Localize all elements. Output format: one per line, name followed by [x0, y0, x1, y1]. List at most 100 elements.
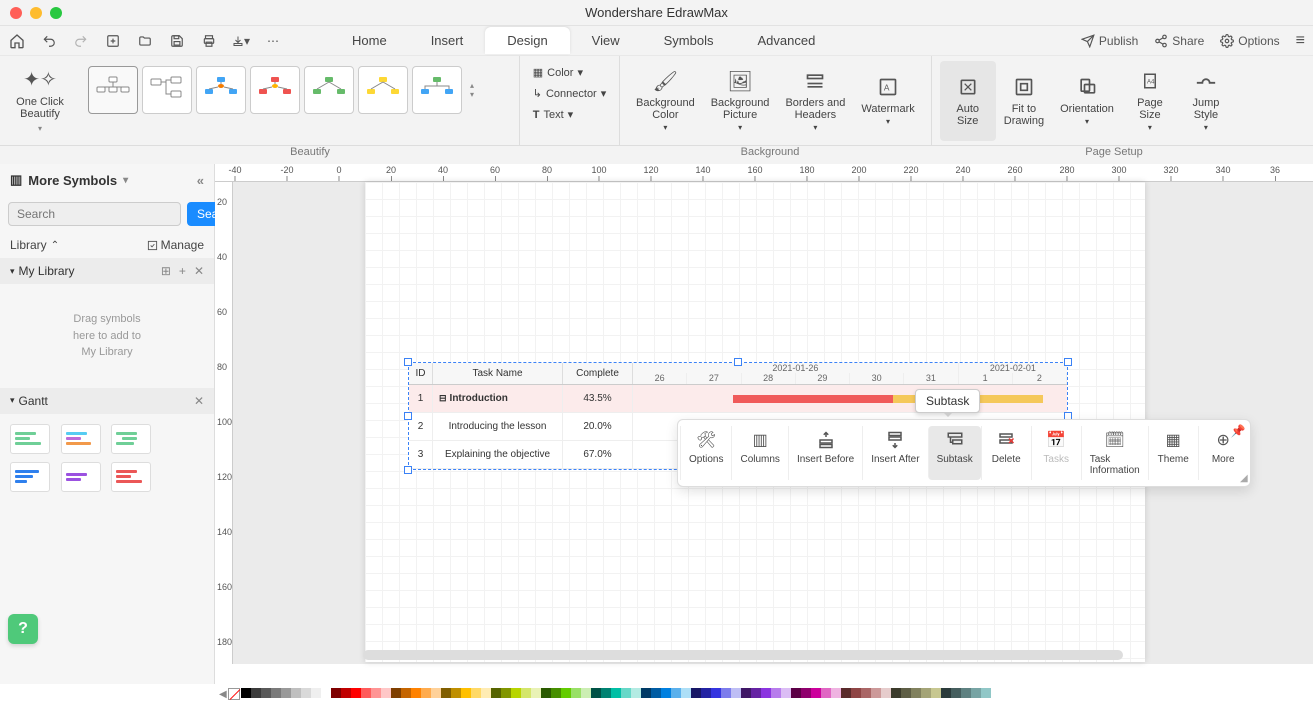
auto-size-button[interactable]: Auto Size	[940, 61, 996, 141]
borders-headers-button[interactable]: Borders and Headers▾	[777, 61, 853, 141]
color-swatch[interactable]	[631, 688, 641, 698]
gantt-template-1[interactable]	[10, 424, 50, 454]
color-swatch[interactable]	[941, 688, 951, 698]
theme-thumb-4[interactable]	[250, 66, 300, 114]
jump-style-button[interactable]: Jump Style▾	[1178, 61, 1234, 141]
ctx-options[interactable]: 🛠Options	[680, 426, 731, 480]
close-gantt-icon[interactable]: ✕	[194, 394, 204, 408]
fit-drawing-button[interactable]: Fit to Drawing	[996, 61, 1052, 141]
color-swatch[interactable]	[371, 688, 381, 698]
horizontal-scrollbar[interactable]	[363, 650, 1123, 660]
color-swatch[interactable]	[261, 688, 271, 698]
undo-icon[interactable]	[40, 32, 58, 50]
close-lib-icon[interactable]: ✕	[194, 264, 204, 278]
color-swatch[interactable]	[901, 688, 911, 698]
theme-thumb-3[interactable]	[196, 66, 246, 114]
connector-dropdown[interactable]: ↳Connector ▾	[529, 85, 611, 102]
background-picture-button[interactable]: 🖼Background Picture▾	[703, 61, 778, 141]
color-swatch[interactable]	[731, 688, 741, 698]
color-swatch[interactable]	[951, 688, 961, 698]
color-swatch[interactable]	[811, 688, 821, 698]
ctx-delete[interactable]: Delete	[981, 426, 1031, 480]
color-swatch[interactable]	[511, 688, 521, 698]
color-swatch[interactable]	[581, 688, 591, 698]
collapse-up-icon[interactable]: ⌃	[51, 240, 59, 251]
color-swatch[interactable]	[781, 688, 791, 698]
redo-icon[interactable]	[72, 32, 90, 50]
no-color-swatch[interactable]	[228, 688, 240, 700]
color-swatch[interactable]	[461, 688, 471, 698]
color-swatch[interactable]	[621, 688, 631, 698]
home-icon[interactable]	[8, 32, 26, 50]
color-swatch[interactable]	[661, 688, 671, 698]
print-icon[interactable]	[200, 32, 218, 50]
color-swatch[interactable]	[361, 688, 371, 698]
color-swatch[interactable]	[401, 688, 411, 698]
orientation-button[interactable]: Orientation▾	[1052, 61, 1122, 141]
color-swatch[interactable]	[421, 688, 431, 698]
share-button[interactable]: Share	[1154, 34, 1204, 48]
color-swatch[interactable]	[961, 688, 971, 698]
color-swatch[interactable]	[681, 688, 691, 698]
tab-advanced[interactable]: Advanced	[735, 27, 837, 54]
tab-design[interactable]: Design	[485, 27, 569, 54]
color-swatch[interactable]	[721, 688, 731, 698]
color-swatch[interactable]	[881, 688, 891, 698]
color-swatch[interactable]	[761, 688, 771, 698]
tab-home[interactable]: Home	[330, 27, 409, 54]
color-swatch[interactable]	[281, 688, 291, 698]
color-swatch[interactable]	[691, 688, 701, 698]
color-swatch[interactable]	[921, 688, 931, 698]
pin-icon[interactable]: 📌	[1231, 424, 1246, 438]
more-icon[interactable]: ⋯	[264, 32, 282, 50]
color-swatch[interactable]	[771, 688, 781, 698]
expand-icon[interactable]: ▾	[10, 266, 15, 277]
color-swatch[interactable]	[851, 688, 861, 698]
color-swatch[interactable]	[561, 688, 571, 698]
drop-zone[interactable]: Drag symbols here to add to My Library	[8, 292, 206, 380]
color-swatch[interactable]	[521, 688, 531, 698]
color-swatch[interactable]	[801, 688, 811, 698]
color-swatch[interactable]	[301, 688, 311, 698]
color-swatch[interactable]	[911, 688, 921, 698]
color-swatch[interactable]	[491, 688, 501, 698]
gantt-template-6[interactable]	[111, 462, 151, 492]
collapse-row-icon[interactable]: ⊟	[439, 393, 447, 404]
gantt-template-5[interactable]	[61, 462, 101, 492]
color-swatch[interactable]	[701, 688, 711, 698]
color-swatch[interactable]	[341, 688, 351, 698]
open-icon[interactable]	[136, 32, 154, 50]
color-swatch[interactable]	[591, 688, 601, 698]
color-swatch[interactable]	[411, 688, 421, 698]
page-size-button[interactable]: A4Page Size▾	[1122, 61, 1178, 141]
color-swatch[interactable]	[981, 688, 991, 698]
color-swatch[interactable]	[291, 688, 301, 698]
search-input[interactable]	[8, 202, 181, 226]
resize-handle-icon[interactable]: ◢	[1240, 473, 1248, 484]
color-swatch[interactable]	[821, 688, 831, 698]
help-button[interactable]: ?	[8, 614, 38, 644]
publish-button[interactable]: Publish	[1081, 34, 1138, 48]
gantt-section-label[interactable]: Gantt	[19, 394, 48, 408]
color-swatch[interactable]	[441, 688, 451, 698]
plus-icon[interactable]: +	[179, 264, 186, 278]
color-swatch[interactable]	[531, 688, 541, 698]
theme-thumb-1[interactable]	[88, 66, 138, 114]
color-swatch[interactable]	[841, 688, 851, 698]
color-swatch[interactable]	[321, 688, 331, 698]
text-dropdown[interactable]: TText ▾	[529, 106, 611, 123]
color-swatch[interactable]	[611, 688, 621, 698]
tab-view[interactable]: View	[570, 27, 642, 54]
theme-thumb-7[interactable]	[412, 66, 462, 114]
ctx-insert-after[interactable]: Insert After	[862, 426, 927, 480]
save-icon[interactable]	[168, 32, 186, 50]
one-click-beautify-button[interactable]: ✦✧ One Click Beautify ▾	[8, 60, 72, 140]
color-swatch[interactable]	[331, 688, 341, 698]
ctx-task-info[interactable]: 🗓Task Information	[1081, 426, 1148, 480]
color-swatch[interactable]	[791, 688, 801, 698]
expand-gantt-icon[interactable]: ▾	[10, 395, 15, 406]
ctx-theme[interactable]: ▦Theme	[1148, 426, 1198, 480]
menu-icon[interactable]: ≡	[1296, 32, 1305, 50]
color-swatch[interactable]	[571, 688, 581, 698]
theme-thumb-5[interactable]	[304, 66, 354, 114]
